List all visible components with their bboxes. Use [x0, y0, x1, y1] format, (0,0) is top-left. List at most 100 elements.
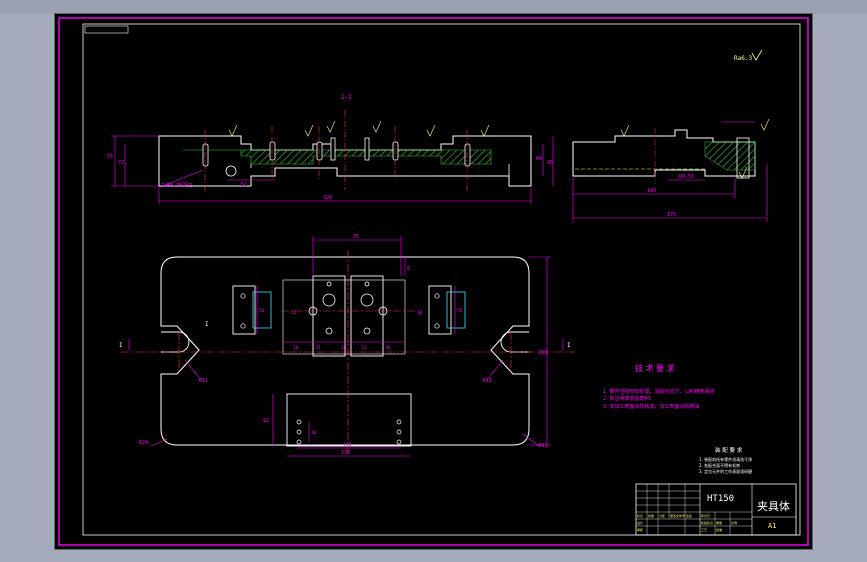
title-block: HT150 夹具体 A1 标记 处数 分区 更改文件号 签名 年月日 设计 审核… — [635, 483, 797, 536]
plan-right-plate-hole-2 — [434, 323, 440, 329]
sheet-outer-border — [58, 17, 809, 546]
front-slot-4 — [330, 137, 336, 161]
front-slot-7 — [464, 143, 471, 167]
cad-viewport[interactable]: Ra6.3 I-I 328 75 72 60 45 52 2×M8-7H深15 … — [0, 0, 867, 562]
plan-radius-slot-right: R11 — [483, 378, 492, 384]
tb-role-design: 设计 — [637, 520, 643, 525]
plan-left-plate-hole-1 — [240, 293, 246, 299]
plan-lower-hole-2 — [296, 429, 302, 435]
side-hatch — [704, 141, 756, 171]
front-roughness-6 — [480, 124, 490, 137]
plan-lower-hole-1 — [296, 419, 302, 425]
assembly-requirements: 装 配 要 求 1. 装配前所有零件须清洗干净 2. 各配合面不得有毛刺 3. … — [699, 446, 752, 474]
front-section-view: I-I 328 75 72 60 45 52 2×M8-7H深15 — [107, 94, 554, 204]
tb-scale-ratio: 比例 — [731, 520, 737, 525]
plan-lower-hole-6 — [396, 439, 402, 445]
front-slot-6 — [392, 141, 399, 161]
plan-dim-right-block-text: 56 — [457, 308, 463, 314]
asm-req-item-1: 1. 装配前所有零件须清洗干净 — [699, 456, 752, 462]
plan-center-frame — [282, 279, 406, 355]
front-dim-total: 328 — [323, 195, 332, 201]
plan-lower-hole-4 — [396, 419, 402, 425]
plan-hole-7 — [326, 281, 332, 287]
front-hole-note: 2×M8-7H深15 — [161, 182, 193, 189]
plan-dim-mid-b: 32 — [315, 345, 321, 351]
plan-left-plate-hole-2 — [240, 323, 246, 329]
plan-radius-corner-right: R15 — [539, 443, 548, 449]
side-dim-slot-text: R0.57 — [679, 174, 694, 180]
section-mark-left: I — [119, 342, 123, 349]
plan-radius-outer: R20 — [139, 440, 148, 446]
front-slot-3 — [316, 141, 323, 161]
front-roughness-3 — [326, 120, 336, 133]
section-title: I-I — [341, 94, 352, 101]
front-dim-right-b-text: 45 — [547, 160, 553, 166]
asm-req-heading: 装 配 要 求 — [715, 446, 743, 454]
plan-dim-mid-d: 32 — [361, 345, 367, 351]
side-roughness-2 — [760, 118, 770, 131]
plan-label-i: I — [205, 321, 209, 328]
front-dim-height-text: 75 — [107, 154, 113, 160]
tb-role-review: 审核 — [637, 527, 643, 532]
tech-req-item-2: 2. 未注明铸造圆角R3 — [603, 395, 651, 402]
tb-label-mark: 标记 — [637, 513, 643, 518]
tb-sheet-size: A1 — [768, 522, 776, 530]
plan-right-plate — [428, 285, 452, 335]
tb-label-zone: 分区 — [659, 513, 665, 518]
section-mark-right: I — [567, 342, 571, 349]
viewport-top-bar — [0, 0, 867, 14]
plan-view: 75 6 180 170 114 92 18 16 32 16 32 16 56… — [119, 234, 575, 457]
plan-leader-r11-left — [184, 359, 202, 381]
roughness-note: Ra6.3 — [734, 55, 752, 62]
plan-dim-bottom-text: 170 — [341, 450, 350, 456]
front-dim-right-text: 60 — [536, 156, 542, 162]
plan-dim-mid-e: 16 — [385, 345, 391, 351]
plan-dim-mid-c: 16 — [341, 345, 347, 351]
plan-dim-bottom-b-text: 114 — [343, 442, 351, 448]
plan-hole-8 — [364, 281, 370, 287]
plan-center-block-left — [312, 275, 346, 357]
tech-req-item-3: 3. 非加工表面涂防锈漆，加工表面涂防锈油 — [603, 403, 699, 410]
tb-scale-weight: 重量 — [716, 520, 722, 525]
front-roughness-1 — [228, 124, 238, 137]
tb-role-process: 工艺 — [701, 527, 707, 532]
tb-label-date: 年月日 — [701, 513, 710, 518]
front-roughness-4 — [372, 120, 382, 133]
plan-dim-hole-spacing-b: 25 — [291, 310, 297, 316]
tb-role-approve: 批准 — [716, 527, 722, 532]
tb-label-count: 处数 — [648, 513, 654, 518]
plan-hole-5 — [325, 327, 333, 335]
plan-lower-hole-3 — [296, 439, 302, 445]
plan-dim-right-text: 180 — [538, 350, 547, 356]
drawing-sheet[interactable]: Ra6.3 I-I 328 75 72 60 45 52 2×M8-7H深15 … — [55, 14, 812, 549]
front-pocket-left — [225, 165, 237, 177]
plan-dim-small-h: 10 — [417, 310, 423, 316]
side-dim-total: 175 — [667, 212, 676, 218]
front-section-hatch — [183, 149, 492, 165]
tb-label-change: 更改文件号 — [670, 513, 685, 518]
side-roughness-1 — [620, 124, 630, 137]
plan-hole-6 — [363, 327, 371, 335]
plan-lower-plate — [286, 393, 412, 447]
sheet-inner-border — [82, 23, 801, 536]
tb-title: 夹具体 — [757, 499, 790, 513]
plan-dim-left-block-text: 56 — [259, 308, 265, 314]
tb-label-sign: 签名 — [686, 513, 692, 518]
front-roughness-2 — [304, 124, 314, 137]
front-roughness-5 — [426, 124, 436, 137]
drawing-canvas: Ra6.3 I-I 328 75 72 60 45 52 2×M8-7H深15 … — [58, 17, 809, 546]
plan-dim-left-text: 92 — [263, 418, 269, 424]
front-lower-step — [250, 164, 510, 176]
tech-req-item-1: 1. 铸件应经时效处理，消除内应力，以利精度保持 — [603, 388, 714, 395]
plan-dim-mid-a: 16 — [293, 345, 299, 351]
front-dim-height-b-text: 72 — [118, 160, 124, 166]
side-dim-inner: 140 — [647, 188, 656, 194]
plan-leader-r11-right — [486, 359, 504, 381]
roughness-symbol — [751, 49, 763, 61]
tb-scale-stage: 阶段标记 — [701, 520, 713, 525]
drawing-number-box — [84, 25, 129, 34]
tb-material: HT150 — [707, 494, 734, 504]
plan-hole-2 — [360, 293, 374, 307]
asm-req-item-2: 2. 各配合面不得有毛刺 — [699, 462, 740, 468]
plan-center-block-right — [350, 275, 384, 357]
